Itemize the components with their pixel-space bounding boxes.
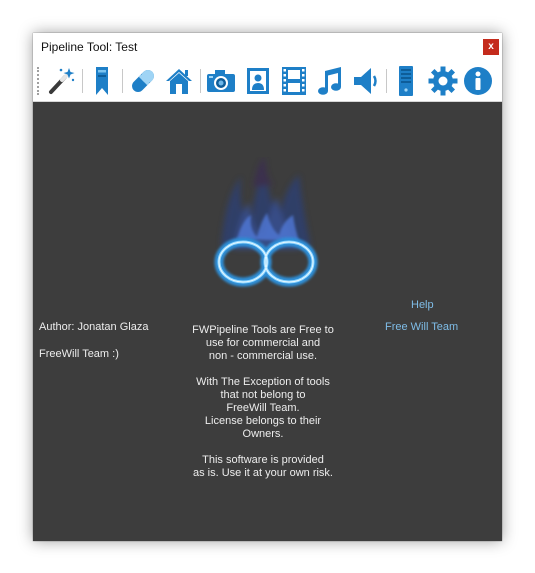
info-icon[interactable] bbox=[462, 65, 494, 97]
music-note-icon[interactable] bbox=[314, 65, 346, 97]
home-icon[interactable] bbox=[163, 65, 195, 97]
bookmark-icon[interactable] bbox=[86, 65, 118, 97]
license-line: use for commercial and bbox=[205, 337, 321, 349]
toolbar-grip[interactable] bbox=[37, 67, 41, 95]
gear-icon[interactable] bbox=[427, 65, 459, 97]
license-line: that not belong to bbox=[220, 389, 306, 401]
license-line: Owners. bbox=[242, 428, 284, 440]
license-line: This software is provided bbox=[202, 454, 324, 466]
speaker-icon[interactable] bbox=[350, 65, 382, 97]
license-line: as is. Use it at your own risk. bbox=[193, 467, 333, 479]
magic-wand-icon[interactable] bbox=[45, 65, 77, 97]
pipeline-tool-window: Pipeline Tool: Test x Author: Jonatan Gl… bbox=[33, 33, 502, 541]
portrait-icon[interactable] bbox=[242, 65, 274, 97]
toolbar-separator bbox=[200, 69, 201, 93]
about-panel: Author: Jonatan Glaza FreeWill Team :) H… bbox=[33, 102, 502, 541]
close-button[interactable]: x bbox=[483, 39, 499, 55]
toolbar bbox=[33, 61, 502, 102]
camera-icon[interactable] bbox=[205, 65, 237, 97]
window-title: Pipeline Tool: Test bbox=[41, 40, 138, 54]
toolbar-separator bbox=[122, 69, 123, 93]
computer-tower-icon[interactable] bbox=[390, 65, 422, 97]
license-line: License belongs to their bbox=[204, 415, 322, 427]
toolbar-separator bbox=[386, 69, 387, 93]
toolbar-separator bbox=[82, 69, 83, 93]
license-line: FreeWill Team. bbox=[226, 402, 300, 414]
license-text: FWPipeline Tools are Free to use for com… bbox=[183, 324, 343, 480]
pill-icon[interactable] bbox=[127, 65, 159, 97]
team-label: FreeWill Team :) bbox=[39, 348, 119, 360]
title-bar[interactable]: Pipeline Tool: Test x bbox=[33, 33, 502, 61]
author-label: Author: Jonatan Glaza bbox=[39, 321, 149, 333]
help-link[interactable]: Help bbox=[411, 299, 434, 311]
license-line: With The Exception of tools bbox=[196, 376, 330, 388]
license-line: FWPipeline Tools are Free to bbox=[192, 324, 334, 336]
fw-infinity-logo bbox=[214, 157, 318, 287]
license-line: non - commercial use. bbox=[208, 350, 318, 362]
free-will-team-link[interactable]: Free Will Team bbox=[385, 321, 458, 333]
film-strip-icon[interactable] bbox=[278, 65, 310, 97]
